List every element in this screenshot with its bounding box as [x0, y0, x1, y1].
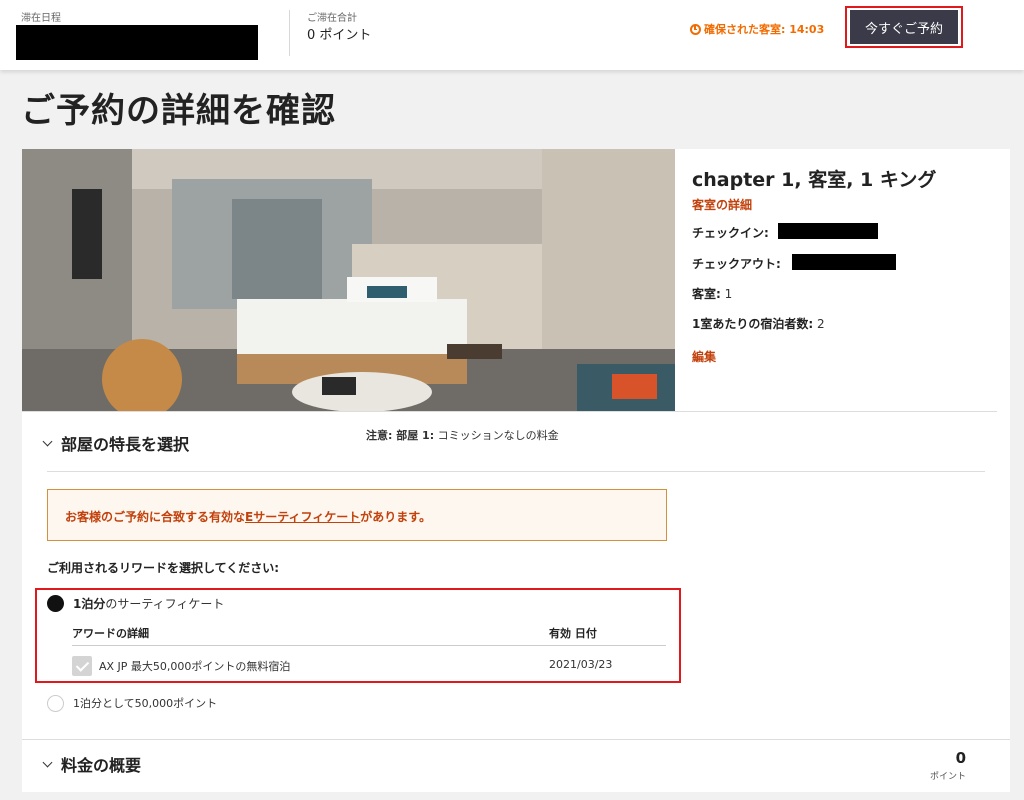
- table-divider: [72, 645, 666, 646]
- booking-card: chapter 1, 客室, 1 キング 客室の詳細 チェックイン: チェックア…: [22, 149, 1010, 792]
- page-title: ご予約の詳細を確認: [21, 91, 336, 131]
- summary-heading: 料金の概要: [61, 756, 142, 775]
- reward-prompt: ご利用されるリワードを選択してください:: [47, 561, 280, 575]
- award-expiry-cell: 2021/03/23: [549, 658, 613, 671]
- certificate-notice-after: があります。: [360, 510, 432, 524]
- room-details-link[interactable]: 客室の詳細: [692, 196, 936, 213]
- room-title: chapter 1, 客室, 1 キング: [692, 169, 937, 191]
- stay-total-value: 0 ポイント: [307, 28, 372, 43]
- checkout-redacted: [792, 254, 896, 270]
- features-section-toggle[interactable]: 部屋の特長を選択: [42, 431, 190, 455]
- checkin-row: チェックイン:: [692, 224, 769, 241]
- reward-option-certificate-radio[interactable]: [47, 595, 64, 612]
- features-heading: 部屋の特長を選択: [61, 435, 190, 454]
- stay-total-label: ご滞在合計: [307, 13, 357, 24]
- summary-divider: [22, 739, 1010, 740]
- reward-option-certificate-label[interactable]: 1泊分のサーティフィケート: [73, 595, 224, 612]
- award-details-header: アワードの詳細: [72, 627, 149, 640]
- header-bar: 滞在日程 ご滞在合計 0 ポイント 確保された客室: 14:03 今すぐご予約: [0, 0, 1024, 70]
- header-divider: [289, 10, 290, 56]
- rooms-label: 客室:: [692, 287, 721, 301]
- certificate-notice: お客様のご予約に合致する有効なEサーティフィケートがあります。: [47, 489, 667, 541]
- room-photo: [22, 149, 675, 411]
- summary-points-value: 0: [955, 749, 966, 767]
- checkout-row: チェックアウト:: [692, 255, 781, 272]
- rate-note: 注意: 部屋 1: コミッションなしの料金: [366, 427, 559, 443]
- clock-icon: [690, 23, 701, 35]
- reward-option1-rest: のサーティフィケート: [105, 597, 225, 611]
- guests-row: 1室あたりの宿泊者数: 2: [692, 315, 825, 332]
- chevron-down-icon: [42, 436, 53, 446]
- checkin-label: チェックイン:: [692, 226, 769, 240]
- summary-section-toggle[interactable]: 料金の概要: [42, 752, 142, 776]
- room-held-text: 確保された客室: 14:03: [704, 23, 825, 36]
- chevron-down-icon: [42, 757, 53, 767]
- room-info: chapter 1, 客室, 1 キング 客室の詳細: [692, 165, 936, 213]
- ecertificate-link[interactable]: Eサーティフィケート: [245, 510, 360, 524]
- reward-option1-bold: 1泊分: [73, 597, 106, 611]
- rate-note-label: 注意: 部屋 1:: [366, 429, 435, 442]
- reward-option-points-label[interactable]: 1泊分として50,000ポイント: [73, 695, 217, 711]
- rooms-value: 1: [724, 287, 733, 301]
- room-held-timer: 確保された客室: 14:03: [690, 21, 824, 37]
- book-now-button[interactable]: 今すぐご予約: [850, 10, 958, 44]
- expiry-header: 有効 日付: [549, 627, 597, 640]
- summary-points-unit: ポイント: [929, 772, 966, 782]
- reward-option-points-radio[interactable]: [47, 695, 64, 712]
- section-divider: [22, 411, 997, 412]
- stay-dates-label: 滞在日程: [21, 13, 61, 24]
- features-divider: [47, 471, 985, 472]
- guests-value: 2: [816, 317, 825, 331]
- certificate-notice-before: お客様のご予約に合致する有効な: [65, 510, 246, 524]
- rate-note-text: コミッションなしの料金: [437, 429, 559, 442]
- stay-dates-redacted: [16, 25, 258, 60]
- edit-link[interactable]: 編集: [692, 348, 716, 365]
- checkout-label: チェックアウト:: [692, 257, 781, 271]
- award-checkbox[interactable]: [72, 656, 92, 676]
- checkin-redacted: [778, 223, 878, 239]
- rooms-row: 客室: 1: [692, 285, 732, 302]
- guests-label: 1室あたりの宿泊者数:: [692, 317, 814, 331]
- certificate-notice-text: お客様のご予約に合致する有効なEサーティフィケートがあります。: [65, 508, 431, 525]
- award-detail-cell: AX JP 最大50,000ポイントの無料宿泊: [99, 660, 291, 673]
